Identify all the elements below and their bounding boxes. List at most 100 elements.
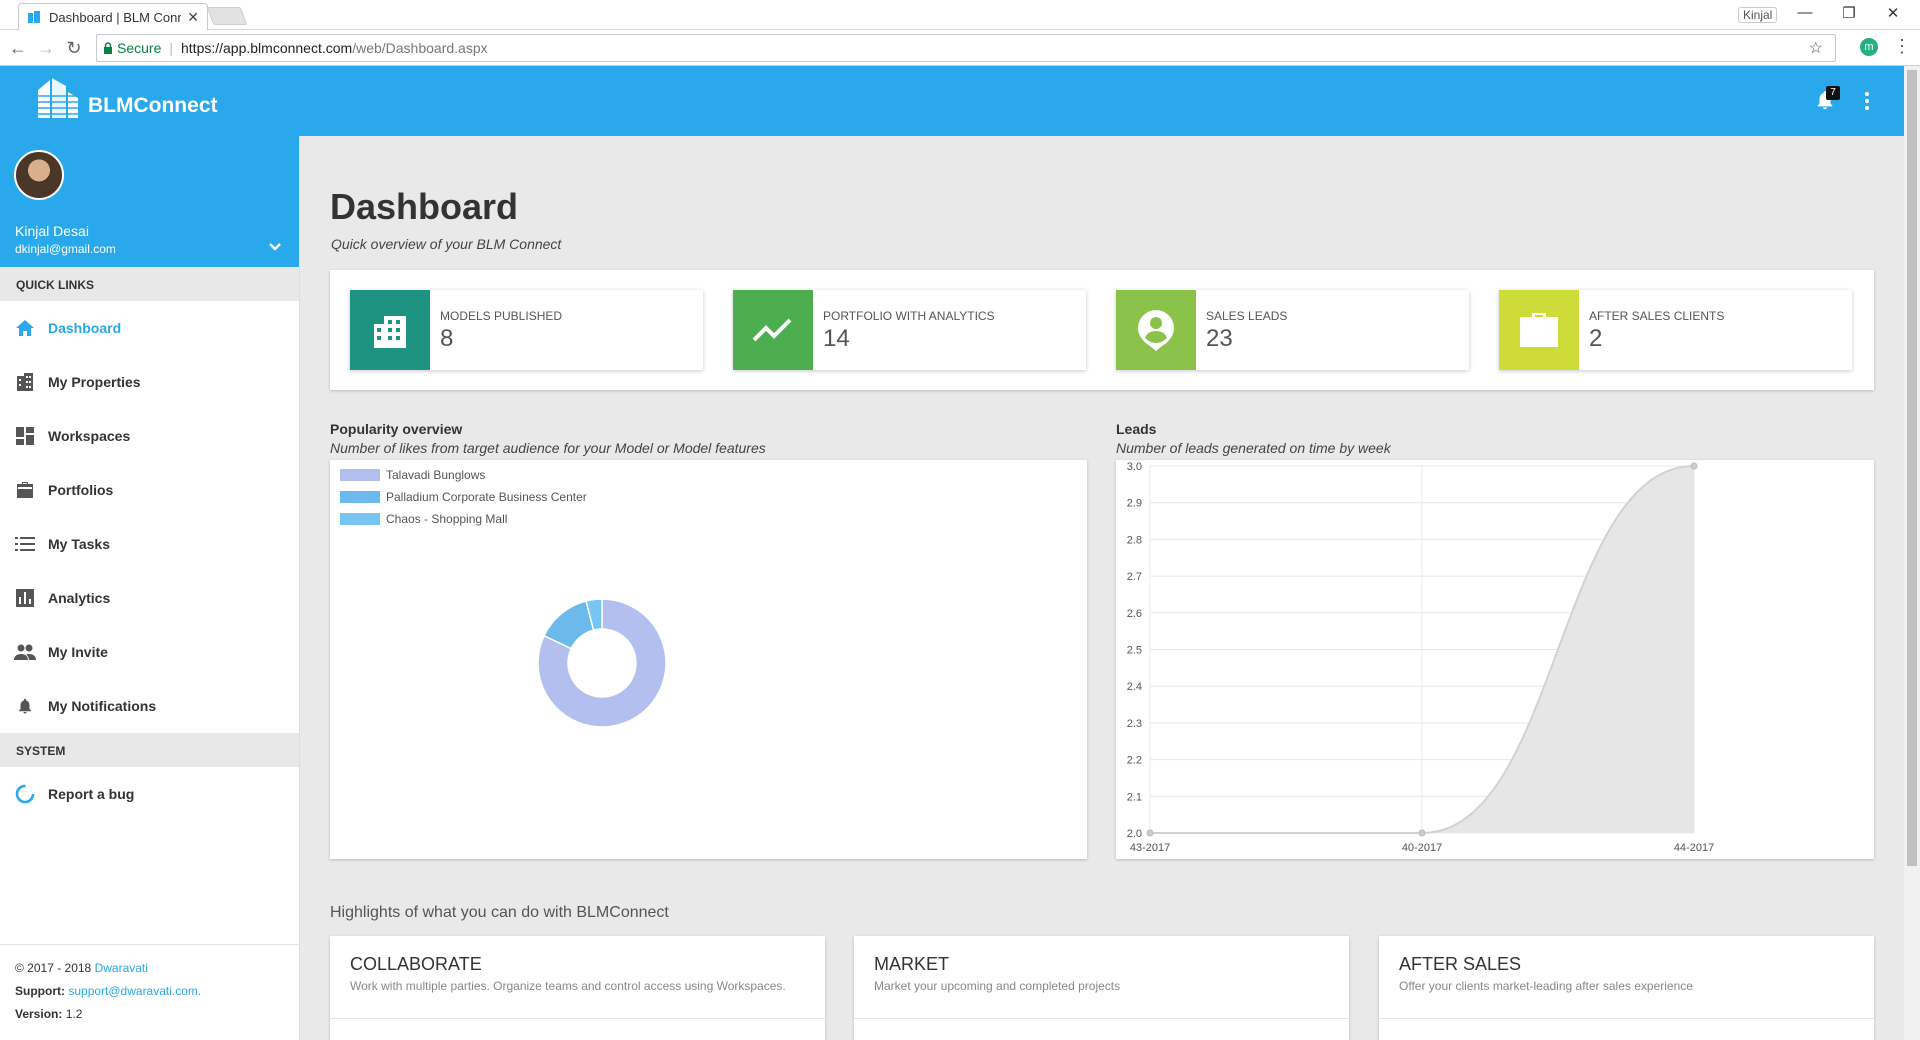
people-icon [14,641,36,663]
chevron-down-icon[interactable] [268,242,282,252]
stat-card-portfolio-with-analytics[interactable]: PORTFOLIO WITH ANALYTICS 14 [733,290,1086,370]
tab-close-icon[interactable]: ✕ [187,9,199,26]
building-favicon-icon [28,11,40,23]
url-path: /web/Dashboard.aspx [352,40,488,56]
sidebar-item-label: Dashboard [48,320,122,336]
sidebar-item-label: Workspaces [48,428,131,444]
y-tick-label: 2.2 [1127,755,1142,767]
sidebar-item-label: My Invite [48,644,108,660]
sidebar-item-report-a-bug[interactable]: Report a bug [0,767,299,821]
sidebar-item-my-properties[interactable]: My Properties [0,355,299,409]
leads-area-chart: 3.0 2.9 2.8 2.7 2.6 2.5 2.4 2.3 2.2 2.1 2.0 43-2017… [1127,461,1714,854]
loading-ring-icon [14,783,36,805]
divider [330,1018,825,1019]
highlight-title: AFTER SALES [1399,954,1522,974]
x-tick-label: 40-2017 [1402,842,1442,854]
sidebar-item-dashboard[interactable]: Dashboard [0,301,299,355]
popularity-title: Popularity overview [330,421,463,437]
leads-subtitle: Number of leads generated on time by wee… [1116,440,1391,456]
highlight-desc: Market your upcoming and completed proje… [874,979,1121,993]
support-email-link[interactable]: support@dwaravati.com. [68,984,201,998]
bookmark-star-icon[interactable]: ☆ [1809,38,1823,58]
company-link[interactable]: Dwaravati [95,961,148,975]
y-tick-label: 2.3 [1127,718,1142,730]
page-scrollbar[interactable] [1904,66,1920,1040]
sidebar-item-label: My Notifications [48,698,157,714]
highlight-desc: Offer your clients market-leading after … [1399,979,1693,993]
notification-count-badge: 7 [1826,86,1840,100]
leads-title: Leads [1116,421,1157,437]
user-email: dkinjal@gmail.com [15,242,116,256]
sidebar-footer: © 2017 - 2018 Dwaravati Support: support… [0,944,299,1038]
sidebar-item-label: Report a bug [48,786,135,802]
briefcase-icon [14,479,36,501]
stat-value: 23 [1206,325,1233,352]
forward-arrow-icon[interactable]: → [36,38,56,58]
buildings-logo-icon [38,78,78,118]
stat-value: 14 [823,325,850,352]
more-options-icon[interactable] [1864,92,1870,113]
copyright-text: © 2017 - 2018 [15,961,92,975]
sidebar-item-my-tasks[interactable]: My Tasks [0,517,299,571]
avatar[interactable] [14,150,64,200]
briefcase-icon [1499,290,1579,370]
x-tick-label: 43-2017 [1130,842,1170,854]
stat-label: SALES LEADS [1206,309,1288,323]
url-field[interactable]: Secure | https://app.blmconnect.com/web/… [96,34,1836,62]
data-point[interactable] [1418,829,1426,837]
reload-icon[interactable]: ↻ [64,38,84,58]
support-label: Support: [15,984,65,998]
stat-label: PORTFOLIO WITH ANALYTICS [823,309,995,323]
y-tick-label: 2.4 [1127,681,1142,693]
y-tick-label: 2.1 [1127,791,1142,803]
highlight-card-market[interactable]: MARKET Market your upcoming and complete… [854,936,1349,1040]
sidebar-item-label: My Properties [48,374,141,390]
popularity-chart-card: Talavadi Bunglows Palladium Corporate Bu… [330,460,1087,859]
x-tick-label: 44-2017 [1674,842,1714,854]
browser-tab-bar: Dashboard | BLM Connect ✕ Kinjal — ❐ ✕ [0,0,1920,30]
list-icon [14,533,36,555]
stat-value: 8 [440,325,454,352]
stat-card-models-published[interactable]: MODELS PUBLISHED 8 [350,290,703,370]
sidebar-item-portfolios[interactable]: Portfolios [0,463,299,517]
y-tick-label: 2.7 [1127,571,1142,583]
version-label: Version: [15,1007,63,1021]
data-point[interactable] [1146,829,1154,837]
stat-value: 2 [1589,325,1603,352]
system-heading: SYSTEM [0,733,299,767]
stat-label: AFTER SALES CLIENTS [1589,309,1725,323]
sidebar-item-label: My Tasks [48,536,110,552]
highlight-card-after-sales[interactable]: AFTER SALES Offer your clients market-le… [1379,936,1874,1040]
bar-chart-icon [14,587,36,609]
stat-label: MODELS PUBLISHED [440,309,563,323]
divider [854,1018,1349,1019]
sidebar-item-workspaces[interactable]: Workspaces [0,409,299,463]
browser-menu-icon[interactable]: ⋮ [1893,36,1911,57]
sidebar-item-my-invite[interactable]: My Invite [0,625,299,679]
y-tick-label: 2.5 [1127,645,1142,657]
version-value: 1.2 [65,1007,83,1021]
window-close-icon[interactable]: ✕ [1878,4,1908,22]
brand-logo[interactable]: BLMConnect [32,76,218,120]
y-tick-label: 2.8 [1127,534,1142,546]
page-subtitle: Quick overview of your BLM Connect [331,236,562,252]
browser-tab[interactable]: Dashboard | BLM Connect ✕ [18,3,208,30]
scrollbar-thumb[interactable] [1907,70,1917,866]
user-profile-panel: Kinjal Desai dkinjal@gmail.com [0,136,299,267]
user-name: Kinjal Desai [15,223,89,239]
url-host: https://app.blmconnect.com [181,40,353,56]
data-point[interactable] [1690,462,1698,470]
sidebar-item-analytics[interactable]: Analytics [0,571,299,625]
new-tab-button[interactable] [206,7,248,25]
extension-icon[interactable]: m [1860,38,1878,56]
sidebar-item-my-notifications[interactable]: My Notifications [0,679,299,733]
highlights-heading: Highlights of what you can do with BLMCo… [330,904,669,921]
stat-card-after-sales-clients[interactable]: AFTER SALES CLIENTS 2 [1499,290,1852,370]
stat-card-sales-leads[interactable]: SALES LEADS 23 [1116,290,1469,370]
highlight-card-collaborate[interactable]: COLLABORATE Work with multiple parties. … [330,936,825,1040]
profile-name[interactable]: Kinjal [1738,7,1778,23]
tab-title: Dashboard | BLM Connect [49,9,182,25]
minimize-icon[interactable]: — [1790,4,1820,21]
restore-icon[interactable]: ❐ [1834,4,1864,22]
back-arrow-icon[interactable]: ← [8,38,28,58]
